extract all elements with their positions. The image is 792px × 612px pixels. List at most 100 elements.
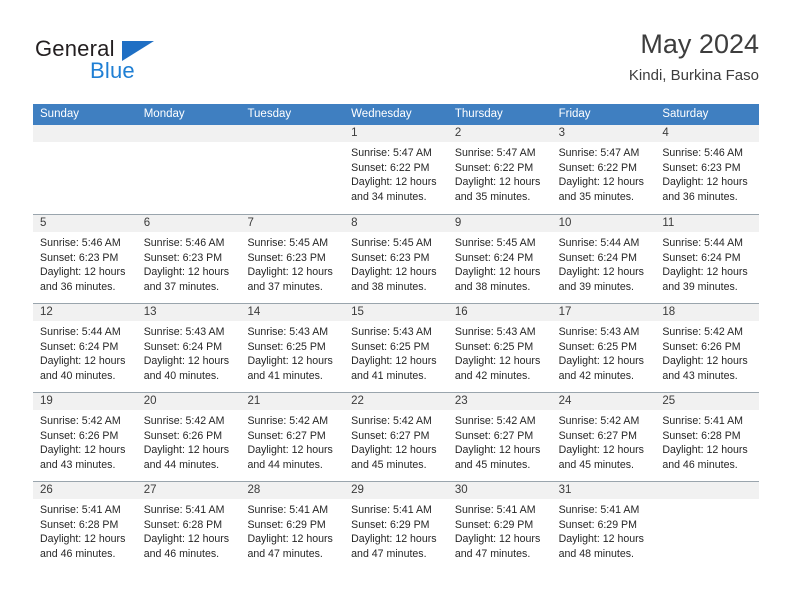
day-detail-line: Daylight: 12 hours — [143, 266, 230, 279]
day-detail-line: Sunset: 6:24 PM — [40, 340, 119, 353]
day-detail-line: and 34 minutes. — [351, 190, 427, 203]
day-detail-line: Sunset: 6:24 PM — [558, 251, 637, 264]
day-detail-lines: Sunrise: 5:42 AM Sunset: 6:26 PM Daylight:… — [137, 410, 241, 472]
day-number: 17 — [551, 304, 656, 321]
day-detail-line: Sunrise: 5:42 AM — [454, 415, 536, 427]
day-cell-23[interactable]: 23 Sunrise: 5:42 AM Sunset: 6:27 PM Dayligh… — [447, 393, 552, 481]
day-cell-29[interactable]: 29 Sunrise: 5:41 AM Sunset: 6:29 PM Dayligh… — [344, 482, 448, 570]
day-detail-lines: Sunrise: 5:46 AM Sunset: 6:23 PM Daylight:… — [33, 232, 137, 294]
day-cell-2[interactable]: 2 Sunrise: 5:47 AM Sunset: 6:22 PM Daylight… — [447, 125, 552, 214]
day-cell-14[interactable]: 14 Sunrise: 5:43 AM Sunset: 6:25 PM Dayligh… — [240, 304, 345, 392]
day-detail-line: Daylight: 12 hours — [558, 533, 644, 546]
weekday-header-tuesday: Tuesday — [247, 108, 292, 120]
day-cell-28[interactable]: 28 Sunrise: 5:41 AM Sunset: 6:29 PM Dayligh… — [240, 482, 345, 570]
day-cell-17[interactable]: 17 Sunrise: 5:43 AM Sunset: 6:25 PM Dayligh… — [551, 304, 656, 392]
day-number: 13 — [136, 304, 241, 321]
day-cell-9[interactable]: 9 Sunrise: 5:45 AM Sunset: 6:24 PM Daylight… — [447, 215, 552, 303]
day-cell-4[interactable]: 4 Sunrise: 5:46 AM Sunset: 6:23 PM Daylight… — [655, 125, 760, 214]
day-detail-line: Daylight: 12 hours — [454, 355, 541, 368]
day-detail-line: Sunset: 6:24 PM — [662, 251, 741, 264]
day-cell-6[interactable]: 6 Sunrise: 5:46 AM Sunset: 6:23 PM Daylight… — [136, 215, 241, 303]
day-detail-line: Sunrise: 5:47 AM — [351, 147, 432, 159]
day-detail-lines: Sunrise: 5:41 AM Sunset: 6:28 PM Daylight:… — [33, 499, 137, 561]
day-detail-line: Sunrise: 5:44 AM — [40, 326, 121, 338]
day-cell-5[interactable]: 5 Sunrise: 5:46 AM Sunset: 6:23 PM Daylight… — [33, 215, 137, 303]
day-detail-line: Sunset: 6:26 PM — [662, 340, 741, 353]
weekday-header-saturday: Saturday — [662, 108, 709, 120]
day-cell-12[interactable]: 12 Sunrise: 5:44 AM Sunset: 6:24 PM Dayligh… — [33, 304, 137, 392]
day-cell-18[interactable]: 18 Sunrise: 5:42 AM Sunset: 6:26 PM Dayligh… — [655, 304, 760, 392]
day-cell-19[interactable]: 19 Sunrise: 5:42 AM Sunset: 6:26 PM Dayligh… — [33, 393, 137, 481]
day-detail-lines: Sunrise: 5:42 AM Sunset: 6:27 PM Daylight:… — [240, 410, 344, 472]
day-cell-7[interactable]: 7 Sunrise: 5:45 AM Sunset: 6:23 PM Daylight… — [240, 215, 345, 303]
day-detail-line: and 45 minutes. — [351, 458, 427, 471]
day-cell-10[interactable]: 10 Sunrise: 5:44 AM Sunset: 6:24 PM Dayligh… — [551, 215, 656, 303]
day-detail-line: Sunset: 6:25 PM — [247, 340, 326, 353]
calendar-page: General Blue May 2024 Kindi, Burkina Fas… — [0, 0, 792, 612]
day-detail-line: Sunrise: 5:41 AM — [662, 415, 743, 427]
day-cell-8[interactable]: 8 Sunrise: 5:45 AM Sunset: 6:23 PM Daylight… — [344, 215, 448, 303]
day-detail-line: Sunrise: 5:41 AM — [454, 504, 536, 516]
day-detail-line: Sunrise: 5:42 AM — [143, 415, 225, 427]
day-detail-line: Sunrise: 5:45 AM — [247, 237, 329, 249]
day-cell-21[interactable]: 21 Sunrise: 5:42 AM Sunset: 6:27 PM Dayligh… — [240, 393, 345, 481]
day-detail-line: and 40 minutes. — [143, 369, 220, 382]
day-detail-lines: Sunrise: 5:45 AM Sunset: 6:23 PM Daylight:… — [344, 232, 448, 294]
day-detail-lines — [137, 142, 241, 146]
day-cell-26[interactable]: 26 Sunrise: 5:41 AM Sunset: 6:28 PM Dayligh… — [33, 482, 137, 570]
day-cell-16[interactable]: 16 Sunrise: 5:43 AM Sunset: 6:25 PM Dayligh… — [447, 304, 552, 392]
day-detail-line: Sunset: 6:29 PM — [454, 518, 534, 531]
day-cell-30[interactable]: 30 Sunrise: 5:41 AM Sunset: 6:29 PM Dayligh… — [447, 482, 552, 570]
day-number: 14 — [240, 304, 345, 321]
day-detail-line: and 47 minutes. — [351, 547, 427, 560]
day-detail-lines: Sunrise: 5:42 AM Sunset: 6:27 PM Daylight:… — [448, 410, 552, 472]
day-detail-line: Sunset: 6:27 PM — [351, 429, 430, 442]
day-cell-3[interactable]: 3 Sunrise: 5:47 AM Sunset: 6:22 PM Daylight… — [551, 125, 656, 214]
day-detail-line: Daylight: 12 hours — [351, 266, 437, 279]
day-detail-lines — [240, 142, 344, 146]
day-cell-1[interactable]: 1 Sunrise: 5:47 AM Sunset: 6:22 PM Daylight… — [344, 125, 448, 214]
day-detail-line: Daylight: 12 hours — [351, 533, 437, 546]
day-number — [655, 482, 760, 499]
calendar-week-row: 19 Sunrise: 5:42 AM Sunset: 6:26 PM Dayligh… — [33, 392, 760, 481]
day-cell-15[interactable]: 15 Sunrise: 5:43 AM Sunset: 6:25 PM Dayligh… — [344, 304, 448, 392]
day-detail-lines: Sunrise: 5:45 AM Sunset: 6:24 PM Daylight:… — [448, 232, 552, 294]
day-detail-line: Sunrise: 5:44 AM — [662, 237, 743, 249]
page-title: May 2024 — [640, 29, 759, 59]
day-detail-line: and 41 minutes. — [351, 369, 427, 382]
day-detail-line: Sunset: 6:23 PM — [247, 251, 326, 264]
day-cell-24[interactable]: 24 Sunrise: 5:42 AM Sunset: 6:27 PM Dayligh… — [551, 393, 656, 481]
day-cell-25[interactable]: 25 Sunrise: 5:41 AM Sunset: 6:28 PM Dayligh… — [655, 393, 760, 481]
day-detail-line: Daylight: 12 hours — [454, 266, 541, 279]
day-detail-line: Sunrise: 5:46 AM — [40, 237, 121, 249]
day-detail-line: Sunrise: 5:42 AM — [558, 415, 640, 427]
day-detail-line: and 42 minutes. — [558, 369, 634, 382]
day-detail-line: Daylight: 12 hours — [40, 533, 126, 546]
page-subtitle: Kindi, Burkina Faso — [628, 67, 759, 84]
day-cell-13[interactable]: 13 Sunrise: 5:43 AM Sunset: 6:24 PM Dayligh… — [136, 304, 241, 392]
day-number: 11 — [655, 215, 760, 232]
day-number: 22 — [344, 393, 448, 410]
day-detail-line: and 38 minutes. — [454, 280, 531, 293]
weekday-header-row: Sunday Monday Tuesday Wednesday Thursday Frid… — [33, 104, 759, 125]
day-cell-22[interactable]: 22 Sunrise: 5:42 AM Sunset: 6:27 PM Dayligh… — [344, 393, 448, 481]
day-detail-line: Sunrise: 5:43 AM — [247, 326, 329, 338]
day-detail-line: and 39 minutes. — [558, 280, 634, 293]
calendar-week-row: 12 Sunrise: 5:44 AM Sunset: 6:24 PM Dayligh… — [33, 303, 760, 392]
day-number: 16 — [447, 304, 552, 321]
day-cell-20[interactable]: 20 Sunrise: 5:42 AM Sunset: 6:26 PM Dayligh… — [136, 393, 241, 481]
day-detail-line: Daylight: 12 hours — [662, 176, 748, 189]
day-detail-lines: Sunrise: 5:43 AM Sunset: 6:25 PM Daylight:… — [240, 321, 344, 383]
day-number: 7 — [240, 215, 345, 232]
general-blue-logo[interactable]: General Blue — [33, 36, 233, 92]
calendar-week-row: 1 Sunrise: 5:47 AM Sunset: 6:22 PM Daylight… — [33, 125, 760, 214]
day-cell-11[interactable]: 11 Sunrise: 5:44 AM Sunset: 6:24 PM Dayligh… — [655, 215, 760, 303]
day-detail-line: Daylight: 12 hours — [40, 355, 126, 368]
day-detail-line: Daylight: 12 hours — [351, 176, 437, 189]
day-detail-line: Sunset: 6:23 PM — [143, 251, 223, 264]
day-cell-31[interactable]: 31 Sunrise: 5:41 AM Sunset: 6:29 PM Dayligh… — [551, 482, 656, 570]
calendar-grid: Sunday Monday Tuesday Wednesday Thursday Frid… — [33, 104, 760, 570]
day-detail-line: Daylight: 12 hours — [40, 266, 126, 279]
day-cell-27[interactable]: 27 Sunrise: 5:41 AM Sunset: 6:28 PM Dayligh… — [136, 482, 241, 570]
day-number: 27 — [136, 482, 241, 499]
